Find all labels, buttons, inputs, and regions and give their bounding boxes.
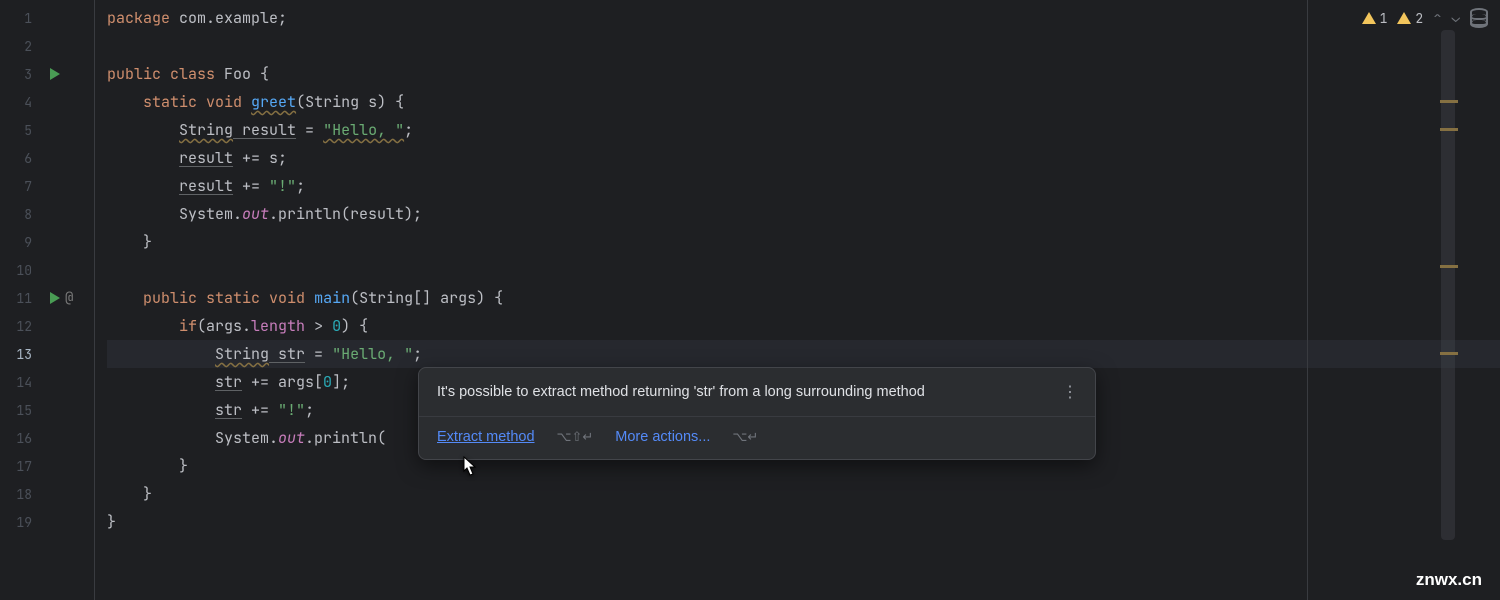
error-stripe-mark[interactable] — [1440, 352, 1458, 355]
more-actions-link[interactable]: More actions... — [615, 429, 710, 445]
active-line: String str = "Hello, "; — [107, 340, 1500, 368]
weak-warning-badge[interactable]: 2 — [1397, 10, 1423, 27]
line-number[interactable]: 8 — [0, 200, 94, 228]
line-number[interactable]: 19 — [0, 508, 94, 536]
line-number[interactable]: 9 — [0, 228, 94, 256]
warning-icon — [1397, 12, 1411, 24]
error-stripe-mark[interactable] — [1440, 100, 1458, 103]
kebab-menu-icon[interactable]: ⋮ — [1062, 382, 1077, 402]
line-number[interactable]: 5 — [0, 116, 94, 144]
line-number[interactable]: 10 — [0, 256, 94, 284]
right-margin-guide — [1307, 0, 1308, 600]
line-number[interactable]: 4 — [0, 88, 94, 116]
line-number[interactable]: 2 — [0, 32, 94, 60]
warning-badge[interactable]: 1 — [1362, 10, 1388, 27]
run-icon[interactable] — [50, 68, 60, 80]
line-number[interactable]: 3 — [0, 60, 94, 88]
line-number[interactable]: 17 — [0, 452, 94, 480]
line-number[interactable]: 14 — [0, 368, 94, 396]
line-number[interactable]: 13 — [0, 340, 94, 368]
warning-icon — [1362, 12, 1376, 24]
intention-popup: It's possible to extract method returnin… — [418, 367, 1096, 460]
line-number[interactable]: 12 — [0, 312, 94, 340]
line-number[interactable]: 15 — [0, 396, 94, 424]
line-number[interactable]: 1 — [0, 4, 94, 32]
inspection-indicators: 1 2 ⌃ ⌄ — [1362, 8, 1488, 28]
line-number[interactable]: 11@ — [0, 284, 94, 312]
shortcut-hint: ⌥↵ — [732, 429, 758, 445]
line-number[interactable]: 16 — [0, 424, 94, 452]
line-number[interactable]: 18 — [0, 480, 94, 508]
scrollbar[interactable] — [1441, 30, 1455, 570]
scrollbar-thumb[interactable] — [1441, 30, 1455, 540]
popup-title: It's possible to extract method returnin… — [437, 384, 925, 400]
prev-highlight-icon[interactable]: ⌃ — [1433, 9, 1441, 27]
database-icon[interactable] — [1470, 8, 1488, 28]
code-area[interactable]: package com.example; public class Foo { … — [95, 0, 1500, 600]
run-icon[interactable] — [50, 292, 60, 304]
next-highlight-icon[interactable]: ⌄ — [1452, 9, 1460, 27]
extract-method-action[interactable]: Extract method — [437, 429, 535, 445]
error-stripe-mark[interactable] — [1440, 128, 1458, 131]
method-name: greet — [251, 92, 296, 112]
shortcut-hint: ⌥⇧↵ — [557, 429, 594, 445]
line-number[interactable]: 7 — [0, 172, 94, 200]
gutter: 1234567891011@1213141516171819 — [0, 0, 95, 600]
watermark: znwx.cn — [1416, 570, 1482, 590]
line-number[interactable]: 6 — [0, 144, 94, 172]
error-stripe-mark[interactable] — [1440, 265, 1458, 268]
keyword: package — [107, 8, 170, 28]
override-icon[interactable]: @ — [65, 289, 73, 307]
